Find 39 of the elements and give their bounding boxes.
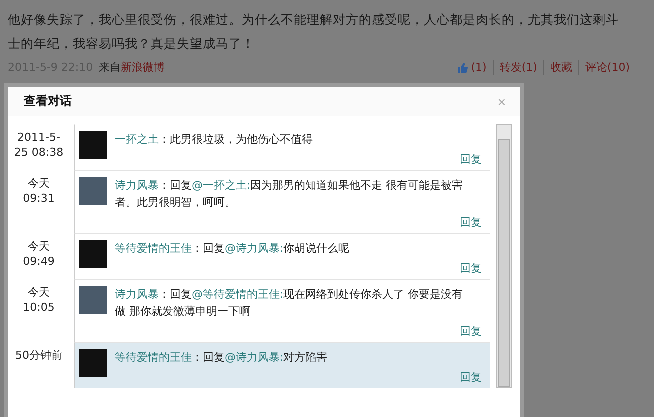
message-time: 2011-5-25 08:38 [14,130,64,161]
action-link[interactable]: 转发(1) [492,60,544,75]
avatar-placeholder [79,240,107,268]
message-text: 诗力风暴：回复@一抔之土:因为那男的知道如果他不走 很有可能是被害者。此男很明智，呵呵。 [115,178,464,211]
source-label: 来自 [99,60,122,75]
message-time: 今天 09:31 [22,176,56,207]
reply-link[interactable]: 回复 [460,370,482,385]
action-link[interactable]: 评论(10) [578,60,636,75]
message-text: 等待爱情的王佳：回复@诗力风暴:对方陷害 [115,350,329,366]
mention-link[interactable]: @诗力风暴: [225,242,284,255]
user-link[interactable]: 等待爱情的王佳 [115,242,192,255]
scrollbar[interactable] [496,124,512,388]
message-time: 今天 09:49 [22,239,56,270]
reply-link[interactable]: 回复 [460,215,482,230]
message-text: 等待爱情的王佳：回复@诗力风暴:你胡说什么呢 [115,241,351,257]
reply-link[interactable]: 回复 [460,152,482,167]
message-text: 一抔之土：此男很垃圾，为他伤心不值得 [115,132,314,148]
post-text: 他好像失踪了，我心里很受伤，很难过。为什么不能理解对方的感受呢，人心都是肉长的，尤其我们这剩斗士的年纪，我容易吗我？真是失望成马了！ [8,11,620,53]
reply-link[interactable]: 回复 [460,324,482,339]
user-link[interactable]: 等待爱情的王佳 [115,351,192,364]
message-time: 50分钟前 [14,348,64,364]
mention-link[interactable]: @等待爱情的王佳: [192,288,284,301]
action-link[interactable]: 收藏 [543,60,578,75]
avatar-placeholder [79,131,107,159]
avatar-placeholder [79,177,107,205]
source-link[interactable]: 新浪微博 [121,60,166,75]
dialog-title: 查看对话 [24,93,72,110]
avatar-placeholder [79,349,107,377]
reply-link[interactable]: 回复 [460,261,482,276]
mention-link[interactable]: @诗力风暴: [225,351,284,364]
thumbs-up-icon [457,62,470,74]
avatar-placeholder [79,286,107,314]
user-link[interactable]: 一抔之土 [115,133,159,146]
like-link[interactable]: (1) [451,61,493,74]
user-link[interactable]: 诗力风暴 [115,288,159,301]
message-time: 今天 10:05 [22,285,56,316]
message-text: 诗力风暴：回复@等待爱情的王佳:现在网络到处传你杀人了 你要是没有做 那你就发微薄申明一下啊 [115,287,464,320]
mention-link[interactable]: @一抔之土: [192,179,251,192]
user-link[interactable]: 诗力风暴 [115,179,159,192]
